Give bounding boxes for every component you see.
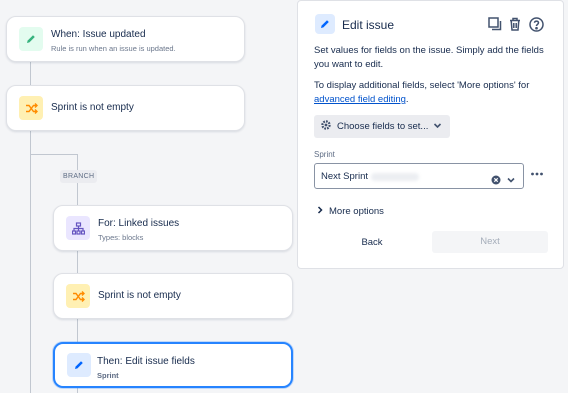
edit-issue-panel: Edit issue Set values for fields on the … xyxy=(297,0,564,269)
hint-text: To display additional fields, select 'Mo… xyxy=(314,80,530,91)
gear-icon xyxy=(320,119,332,134)
action-subtitle: Sprint xyxy=(97,371,119,380)
choose-fields-button[interactable]: Choose fields to set... xyxy=(314,115,451,138)
branch-connector-line xyxy=(30,154,77,155)
trigger-card[interactable]: When: Issue updated Rule is run when an … xyxy=(6,16,245,62)
sprint-field-label: Sprint xyxy=(314,150,335,159)
chevron-down-icon[interactable] xyxy=(506,172,516,183)
sprint-select[interactable]: Next Sprint xyxy=(314,163,524,189)
more-options-toggle[interactable]: More options xyxy=(316,206,384,217)
help-icon[interactable] xyxy=(527,15,545,33)
trigger-title: When: Issue updated xyxy=(51,29,146,40)
back-button[interactable]: Back xyxy=(350,233,394,253)
pencil-icon xyxy=(315,14,335,34)
advanced-field-editing-link[interactable]: advanced field editing xyxy=(314,94,406,105)
copy-icon[interactable] xyxy=(486,15,504,33)
more-options-label: More options xyxy=(329,206,384,217)
choose-fields-label: Choose fields to set... xyxy=(337,121,429,132)
panel-more-options-hint: To display additional fields, select 'Mo… xyxy=(314,79,560,107)
hint-period: . xyxy=(405,94,409,105)
pencil-icon xyxy=(67,353,91,377)
clear-icon[interactable] xyxy=(491,172,501,185)
trigger-subtitle: Rule is run when an issue is updated. xyxy=(51,44,176,53)
panel-description: Set values for fields on the issue. Simp… xyxy=(314,45,544,70)
shuffle-icon xyxy=(19,96,43,120)
connector-line xyxy=(30,61,31,85)
branch-badge: BRANCH xyxy=(60,170,98,183)
condition-card[interactable]: Sprint is not empty xyxy=(6,85,245,131)
branch-subtitle: Types: blocks xyxy=(98,233,144,242)
action-card[interactable]: Then: Edit issue fields Sprint xyxy=(53,342,293,388)
hierarchy-icon xyxy=(66,216,90,240)
condition-title-2: Sprint is not empty xyxy=(98,290,181,301)
next-button[interactable]: Next xyxy=(432,231,548,253)
shuffle-icon xyxy=(66,284,90,308)
condition-card-2[interactable]: Sprint is not empty xyxy=(53,273,293,319)
trash-icon[interactable] xyxy=(506,15,524,33)
obscured-value xyxy=(371,173,419,181)
condition-title: Sprint is not empty xyxy=(51,102,134,113)
sprint-select-value: Next Sprint xyxy=(321,171,368,182)
chevron-right-icon xyxy=(316,206,324,217)
branch-title: For: Linked issues xyxy=(98,218,180,229)
pencil-icon xyxy=(19,27,43,51)
chevron-down-icon xyxy=(433,121,442,133)
action-title: Then: Edit issue fields xyxy=(97,356,195,367)
panel-title: Edit issue xyxy=(342,18,395,32)
more-dots-icon[interactable] xyxy=(530,167,544,181)
connector-line xyxy=(30,131,31,393)
branch-card[interactable]: For: Linked issues Types: blocks xyxy=(53,205,293,251)
